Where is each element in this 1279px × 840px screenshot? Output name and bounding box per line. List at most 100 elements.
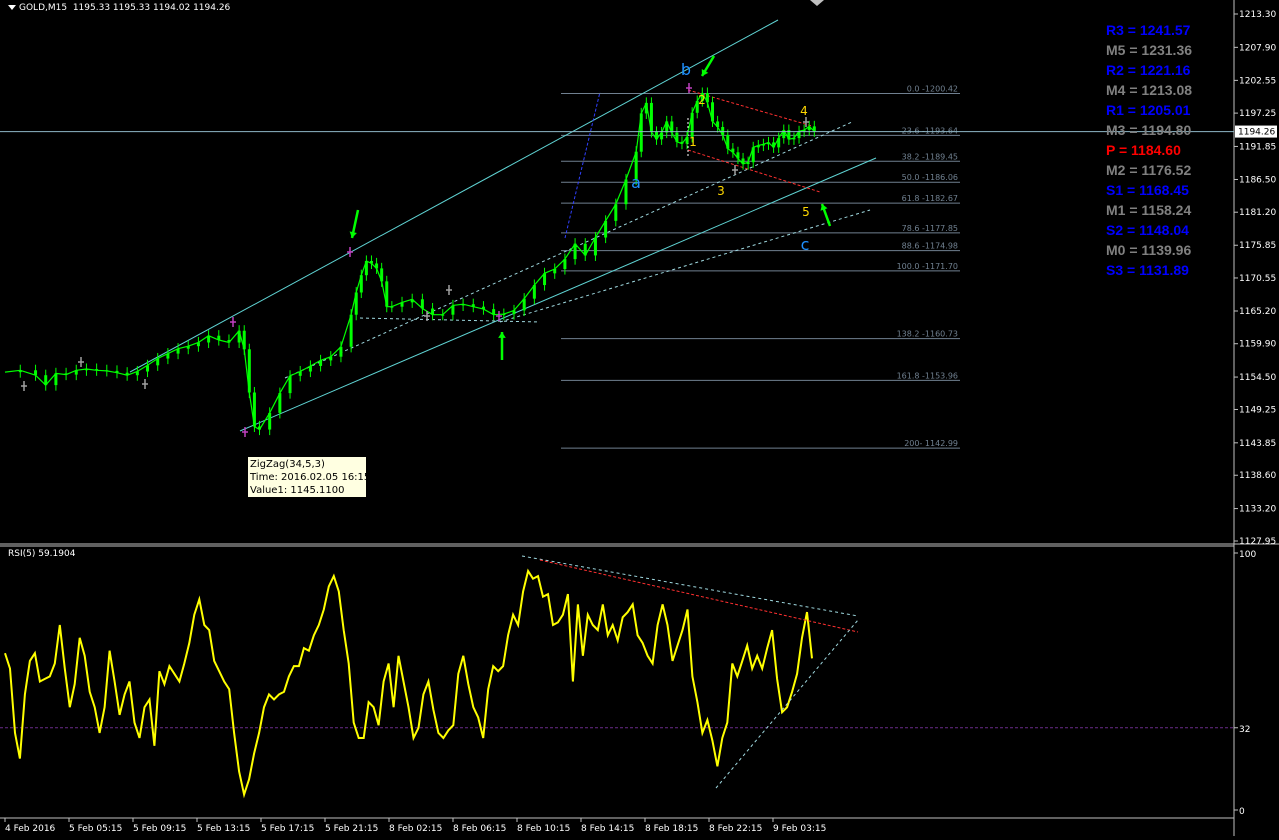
candle-body [364, 260, 368, 276]
candle-body [746, 162, 750, 165]
candle-body [308, 365, 312, 372]
candle-body [34, 370, 38, 376]
candle-body [522, 298, 526, 311]
candle-body [604, 220, 608, 238]
pivot-level-row: S3 = 1131.89 [1106, 262, 1189, 278]
tooltip-value: Value1: 1145.1100 [250, 485, 345, 496]
candle-body [258, 426, 261, 430]
fib-level-label: 38.2 -1189.45 [902, 152, 958, 161]
fib-level-label: 0.0 -1200.42 [907, 85, 958, 94]
candle-body [207, 335, 211, 343]
candle-body [543, 273, 547, 286]
fib-level-label: 161.8 -1153.96 [897, 371, 958, 380]
metatrader-chart-window[interactable]: 0.0 -1200.42 23.6 -1193.64 38.2 -1189.45 50… [0, 0, 1279, 836]
candle-body [420, 299, 424, 309]
candle-body [410, 299, 414, 303]
price-tick-label: 1154.50 [1239, 373, 1276, 383]
candle-body [736, 152, 740, 159]
candle-body [247, 349, 251, 393]
candle-body [593, 237, 597, 256]
candle-body [573, 243, 577, 260]
price-tick-label: 1202.55 [1239, 76, 1276, 86]
price-tick-label: 1175.85 [1239, 241, 1276, 251]
time-tick-label: 8 Feb 18:15 [645, 824, 698, 834]
time-tick-label: 5 Feb 21:15 [325, 824, 378, 834]
rsi-tick-label: 32 [1239, 725, 1250, 735]
candle-body [329, 356, 333, 361]
candle-body [156, 358, 160, 366]
price-tick-label: 1133.20 [1239, 505, 1276, 515]
price-tick-label: 1159.90 [1239, 340, 1276, 350]
price-chart[interactable]: 0.0 -1200.4223.6 -1193.6438.2 -1189.4550… [0, 0, 1279, 836]
pivot-level-row: P = 1184.60 [1106, 142, 1181, 158]
candle-body [176, 348, 180, 354]
fibonacci-levels: 0.0 -1200.42 23.6 -1193.64 38.2 -1189.45 50… [561, 85, 960, 449]
fib-level-label: 200- 1142.99 [904, 439, 958, 448]
pivot-level-row: R1 = 1205.01 [1106, 102, 1191, 118]
price-tick-label: 1213.30 [1239, 10, 1276, 20]
candle-body [196, 342, 200, 347]
pivot-level-row: M5 = 1231.36 [1106, 42, 1193, 58]
trend-channels [129, 19, 877, 432]
candle-body [54, 373, 58, 386]
candle-body [319, 360, 323, 366]
median-trendline [284, 121, 853, 379]
wave-label-3: 3 [717, 184, 725, 198]
candle-body [471, 304, 475, 307]
lower-channel-line [239, 157, 877, 432]
wave-label-a: a [631, 173, 641, 192]
candle-body [441, 314, 445, 316]
candle-body [369, 260, 373, 264]
candle-body [354, 292, 358, 315]
candle-body [767, 142, 770, 145]
candle-body [186, 346, 190, 349]
time-tick-label: 8 Feb 10:15 [517, 824, 570, 834]
candle-body [339, 346, 343, 357]
candle-body [84, 369, 88, 371]
candle-body [680, 141, 684, 144]
price-tick-label: 1186.50 [1239, 175, 1276, 185]
wave-label-5: 5 [802, 205, 810, 219]
current-price-label: 1194.26 [1238, 128, 1275, 138]
chevron-down-icon[interactable] [8, 5, 16, 10]
price-tick-label: 1165.20 [1239, 307, 1276, 317]
candle-body [349, 314, 353, 347]
rsi-tick-label: 100 [1239, 550, 1256, 560]
pivot-level-row: R3 = 1241.57 [1106, 22, 1191, 38]
candle-body [18, 370, 22, 373]
candle-body [741, 158, 745, 165]
fib-level-label: 61.8 -1182.67 [902, 194, 958, 203]
candle-body [690, 112, 694, 137]
candle-body [390, 306, 394, 308]
wave-label-c: c [801, 235, 810, 254]
candle-body [217, 335, 221, 341]
candle-body [792, 138, 796, 140]
support-trendline [359, 317, 541, 323]
rsi-upper-trendline [521, 555, 859, 617]
candle-body [375, 263, 379, 269]
time-tick-label: 8 Feb 22:15 [709, 824, 762, 834]
candle-body [660, 132, 664, 140]
fib-level-label: 23.6 -1193.64 [902, 126, 958, 135]
pivot-levels-panel: R3 = 1241.57 M5 = 1231.36 R2 = 1221.16 M4 =… [1106, 20, 1206, 280]
price-tick-label: 1170.55 [1239, 274, 1276, 284]
candle-body [502, 314, 506, 316]
candle-body [807, 126, 811, 131]
wave-label-2: 2 [698, 93, 706, 107]
candle-body [74, 370, 78, 375]
pivot-level-row: M0 = 1139.96 [1106, 242, 1192, 258]
candle-body [772, 142, 776, 148]
candle-body [777, 138, 781, 148]
symbol-label: GOLD,M15 [19, 3, 68, 13]
candle-body [492, 309, 496, 315]
time-tick-label: 5 Feb 13:15 [197, 824, 250, 834]
fib-level-label: 100.0 -1171.70 [897, 262, 958, 271]
candle-body [105, 370, 109, 372]
candle-body [812, 126, 816, 132]
price-tick-label: 1127.95 [1239, 537, 1276, 547]
fib-level-label: 78.6 -1177.85 [902, 224, 958, 233]
time-tick-label: 8 Feb 14:15 [581, 824, 634, 834]
candle-body [563, 259, 567, 270]
lower-trendline [499, 209, 871, 323]
pivot-level-row: M1 = 1158.24 [1106, 202, 1192, 218]
